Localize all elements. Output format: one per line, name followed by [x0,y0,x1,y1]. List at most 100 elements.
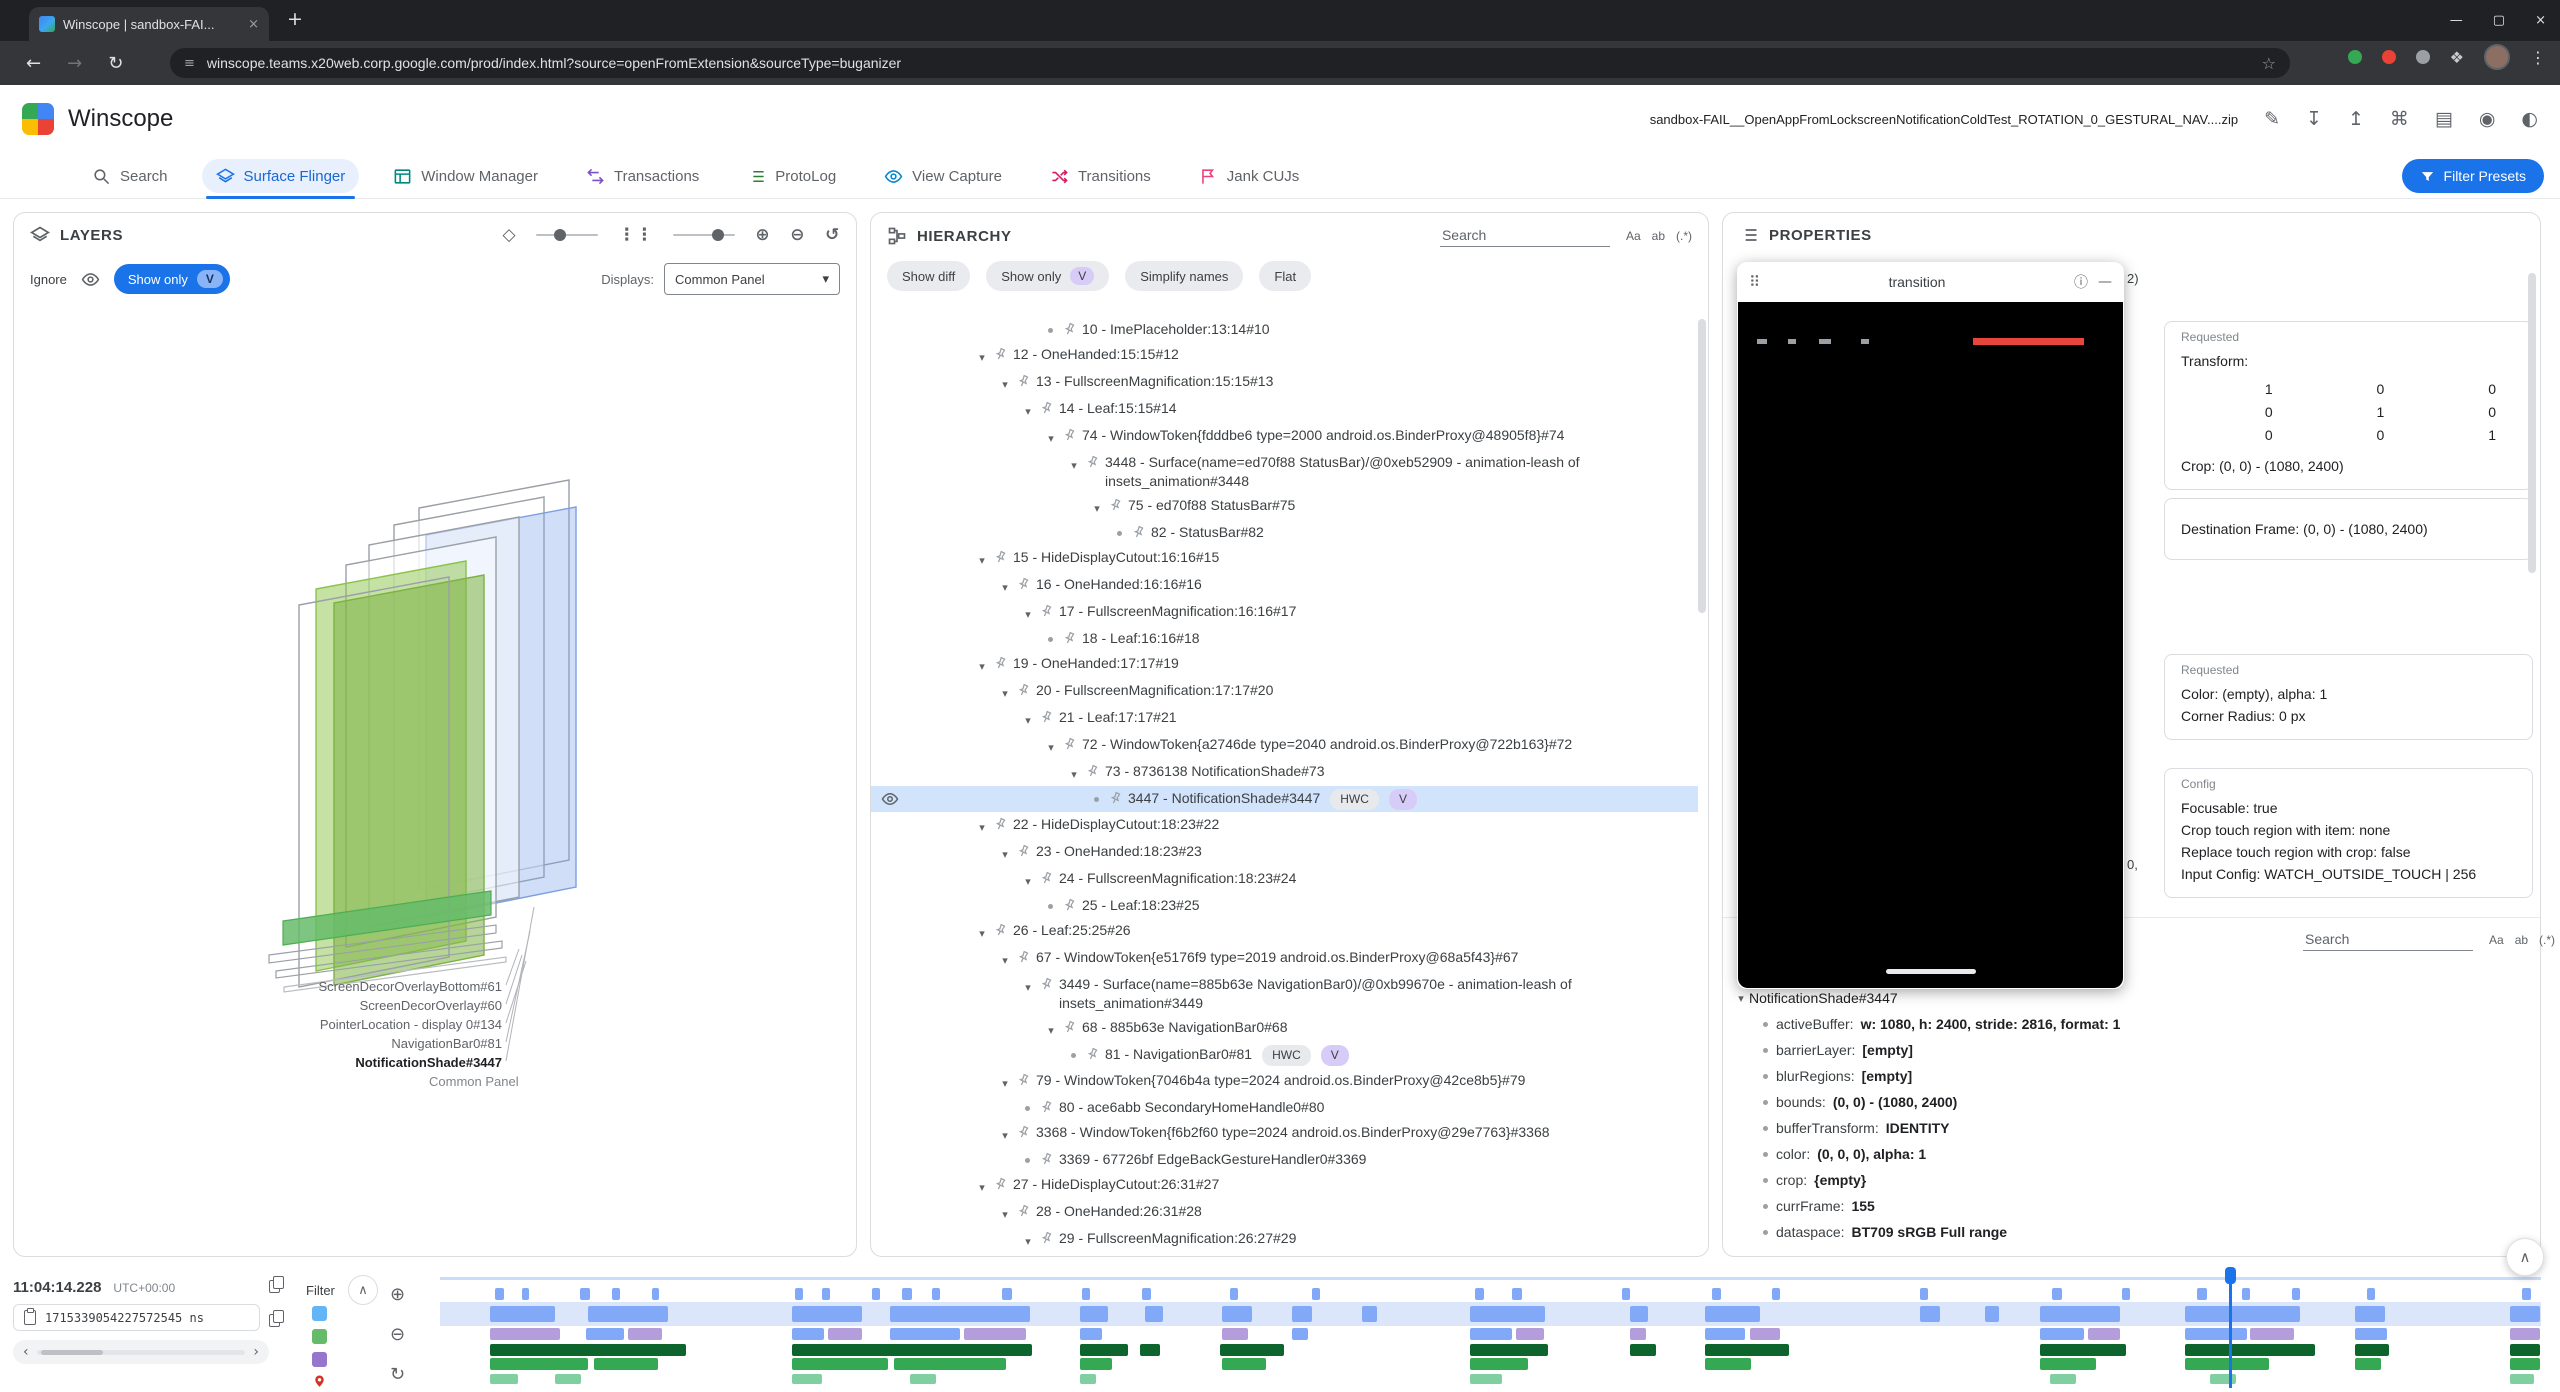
site-settings-icon[interactable]: ≡ [184,56,195,71]
expander-icon[interactable]: ▾ [997,1202,1013,1224]
pin-icon[interactable] [1060,1018,1080,1038]
pin-icon[interactable] [1014,842,1034,862]
timeline-segment[interactable] [1292,1306,1312,1322]
pin-icon[interactable] [1037,708,1057,728]
timeline-segment[interactable] [612,1288,620,1300]
search-option[interactable]: Aa [2489,933,2504,947]
timeline-segment[interactable] [1712,1288,1721,1300]
hierarchy-row[interactable]: ▾27 - HideDisplayCutout:26:31#27 [871,1172,1698,1199]
reset-view-icon[interactable]: ↺ [825,225,840,245]
new-tab-icon[interactable]: + [287,8,303,30]
hierarchy-row[interactable]: ▾74 - WindowToken{fdddbe6 type=2000 andr… [871,423,1698,450]
hierarchy-row[interactable]: ▾26 - Leaf:25:25#26 [871,918,1698,945]
timeline-tracks[interactable] [440,1262,2541,1392]
timeline-segment[interactable] [2510,1344,2540,1356]
layer-label[interactable]: NotificationShade#3447 [355,1055,502,1070]
download-icon[interactable]: ↧ [2306,108,2322,130]
rotation-slider[interactable] [536,234,598,236]
timeline-scrollbar[interactable]: ‹ › [13,1340,269,1364]
copy-ns-icon[interactable] [269,1310,283,1326]
pin-icon[interactable] [1083,1045,1103,1065]
timeline-segment[interactable] [1920,1306,1940,1322]
timeline-segment[interactable] [1222,1358,1266,1370]
expander-icon[interactable]: ▾ [974,815,990,837]
property-row[interactable]: blurRegions:[empty] [1723,1063,2540,1089]
hierarchy-row[interactable]: 81 - NavigationBar0#81HWCV [871,1042,1698,1068]
shortcuts-icon[interactable]: ⌘ [2390,108,2409,130]
layer-label[interactable]: Common Panel [429,1074,519,1089]
filter-chip-flat[interactable]: Flat [1259,261,1311,291]
hierarchy-row[interactable]: ▾12 - OneHanded:15:15#12 [871,342,1698,369]
pin-icon[interactable] [1106,789,1126,809]
bug-report-icon[interactable]: ◉ [2479,108,2496,130]
timeline-segment[interactable] [910,1374,936,1384]
pin-icon[interactable] [1083,453,1103,473]
bookmark-star-icon[interactable]: ☆ [2262,54,2276,73]
timeline-segment[interactable] [792,1306,862,1322]
layer-label[interactable]: ScreenDecorOverlayBottom#61 [318,979,502,994]
tab-surface-flinger[interactable]: Surface Flinger [202,159,360,193]
spacing-slider[interactable] [673,234,735,236]
timeline-segment[interactable] [792,1328,824,1340]
filter-chip-simplify-names[interactable]: Simplify names [1125,261,1243,291]
timeline-segment[interactable] [1292,1328,1308,1340]
timeline-segment[interactable] [2197,1288,2207,1300]
pin-icon[interactable] [1037,1150,1057,1170]
timeline-segment[interactable] [490,1328,560,1340]
window-maximize-icon[interactable]: ▢ [2493,13,2505,28]
filter-chip-show-only[interactable]: Show onlyV [986,261,1109,291]
tab-transitions[interactable]: Transitions [1036,159,1165,193]
pin-icon[interactable] [1014,681,1034,701]
pin-icon[interactable] [991,1175,1011,1195]
show-only-toggle[interactable]: Show only V [114,264,230,294]
expander-icon[interactable]: ▾ [1020,708,1036,730]
timeline-segment[interactable] [2040,1344,2126,1356]
timeline-segment[interactable] [1080,1344,1128,1356]
timeline-segment[interactable] [2185,1358,2269,1370]
pin-icon[interactable] [991,815,1011,835]
extensions-puzzle-icon[interactable]: ❖ [2450,48,2464,67]
timeline-segment[interactable] [1705,1358,1751,1370]
search-option[interactable]: (.*) [2539,933,2555,947]
timeline-segment[interactable] [1145,1306,1163,1322]
timeline-segment[interactable] [1750,1328,1780,1340]
timeline-segment[interactable] [1080,1328,1102,1340]
hierarchy-row[interactable]: ▾22 - HideDisplayCutout:18:23#22 [871,812,1698,839]
property-row[interactable]: currFrame:155 [1723,1193,2540,1219]
hierarchy-row[interactable]: 3447 - NotificationShade#3447HWCV [871,786,1698,812]
search-option[interactable]: ab [2515,933,2528,947]
extension-icon-gray[interactable] [2416,50,2430,64]
properties-search-input[interactable]: Search [2303,929,2473,951]
timeline-segment[interactable] [1470,1358,1528,1370]
timeline-segment[interactable] [1082,1288,1090,1300]
timeline-zoom-out-icon[interactable]: ⊖ [390,1324,405,1345]
documentation-icon[interactable]: ▤ [2435,108,2453,130]
pin-icon[interactable] [1037,869,1057,889]
pin-icon[interactable] [1014,1071,1034,1091]
expander-icon[interactable]: ▾ [997,1123,1013,1145]
pin-icon[interactable] [1037,1098,1057,1118]
timeline-segment[interactable] [894,1358,1006,1370]
timeline-segment[interactable] [792,1358,888,1370]
transactions-trace-icon[interactable] [312,1352,327,1367]
timeline-segment[interactable] [2355,1344,2389,1356]
expander-icon[interactable]: ▾ [997,681,1013,703]
hierarchy-row[interactable]: ▾68 - 885b63e NavigationBar0#68 [871,1015,1698,1042]
collapse-filter-icon[interactable]: ∧ [348,1275,378,1305]
forward-icon[interactable]: → [67,53,82,74]
hierarchy-row[interactable]: 10 - ImePlaceholder:13:14#10 [871,317,1698,342]
pin-icon[interactable] [1106,496,1126,516]
properties-scrollbar[interactable] [2528,273,2536,573]
expander-icon[interactable]: ▾ [997,372,1013,394]
timeline-segment[interactable] [2242,1288,2250,1300]
timeline-segment[interactable] [1222,1328,1248,1340]
window-minimize-icon[interactable]: — [2450,13,2463,28]
timeline-segment[interactable] [2510,1306,2540,1322]
timeline-segment[interactable] [2052,1288,2062,1300]
pin-icon[interactable] [1060,896,1080,916]
timeline-segment[interactable] [2088,1328,2120,1340]
layers-3d-canvas[interactable]: ScreenDecorOverlayBottom#61ScreenDecorOv… [14,303,856,1256]
timeline-segment[interactable] [490,1374,518,1384]
edit-icon[interactable]: ✎ [2264,108,2280,130]
timeline-segment[interactable] [1516,1328,1544,1340]
